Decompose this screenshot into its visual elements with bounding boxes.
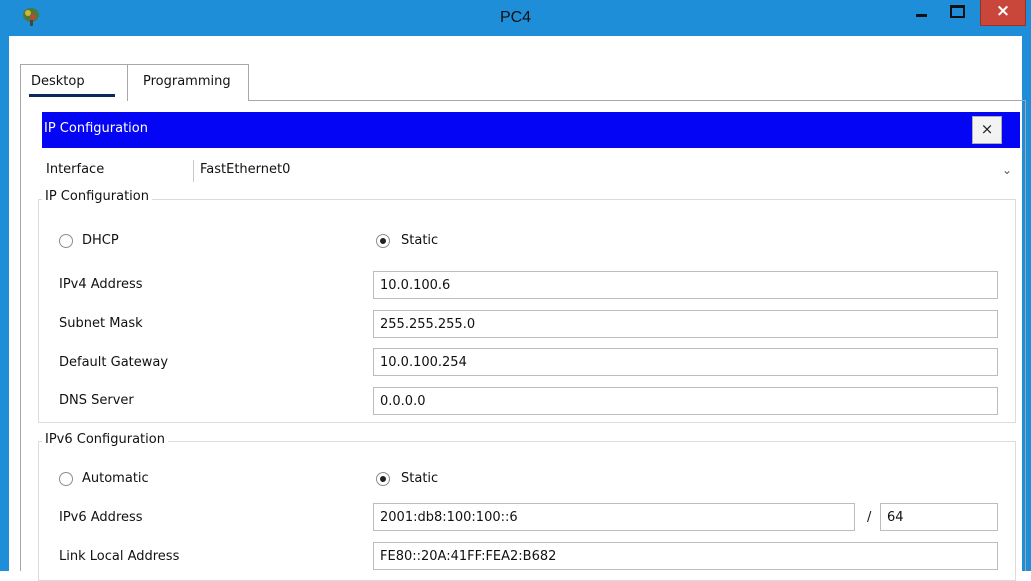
ipv6-automatic-radio[interactable]: [59, 472, 73, 486]
ipv4-static-radio[interactable]: [376, 234, 390, 248]
window-title: PC4: [499, 9, 532, 26]
tab-panel-border-left: [20, 100, 21, 571]
subnet-mask-label: Subnet Mask: [59, 316, 143, 331]
interface-label: Interface: [46, 162, 105, 177]
default-gateway-label: Default Gateway: [59, 355, 169, 370]
ipv4-static-radio-label[interactable]: Static: [401, 233, 438, 248]
dhcp-radio-label[interactable]: DHCP: [82, 233, 119, 248]
tab-programming[interactable]: Programming: [127, 64, 249, 101]
ipv6-address-field[interactable]: [373, 503, 855, 531]
window-frame-left: [0, 36, 9, 571]
window-frame-right: [1022, 36, 1031, 571]
ipv4-address-label: IPv4 Address: [59, 277, 143, 292]
subnet-mask-field[interactable]: [373, 310, 998, 338]
interface-select[interactable]: FastEthernet0 ⌄: [193, 160, 1018, 182]
ipv6-static-radio-label[interactable]: Static: [401, 471, 438, 486]
chevron-down-icon: ⌄: [1001, 163, 1012, 177]
link-local-address-field[interactable]: [373, 542, 998, 570]
dns-server-label: DNS Server: [59, 393, 134, 408]
close-window-button[interactable]: ×: [980, 0, 1026, 26]
ipv6-automatic-radio-label[interactable]: Automatic: [82, 471, 149, 486]
tab-panel-border-right: [1025, 100, 1026, 571]
close-panel-button[interactable]: ×: [972, 116, 1002, 144]
interface-value: FastEthernet0: [200, 162, 291, 177]
ipv6-prefix-length-field[interactable]: [880, 503, 998, 531]
prefix-separator: /: [867, 510, 872, 525]
ipv4-group-title: IP Configuration: [42, 189, 152, 204]
ip-configuration-header: IP Configuration: [42, 112, 1020, 148]
maximize-button[interactable]: [942, 0, 972, 28]
tab-programming-label: Programming: [143, 74, 231, 89]
ipv6-static-radio[interactable]: [376, 472, 390, 486]
tab-desktop[interactable]: Desktop: [20, 64, 128, 101]
dns-server-field[interactable]: [373, 387, 998, 415]
dhcp-radio[interactable]: [59, 234, 73, 248]
link-local-address-label: Link Local Address: [59, 549, 180, 564]
tab-desktop-label: Desktop: [31, 74, 85, 89]
default-gateway-field[interactable]: [373, 348, 998, 376]
minimize-button[interactable]: [906, 0, 936, 28]
ipv6-group-title: IPv6 Configuration: [42, 432, 168, 447]
ipv6-address-label: IPv6 Address: [59, 510, 143, 525]
panel-title: IP Configuration: [44, 121, 148, 136]
active-tab-indicator: [29, 94, 115, 97]
ipv4-address-field[interactable]: [373, 271, 998, 299]
